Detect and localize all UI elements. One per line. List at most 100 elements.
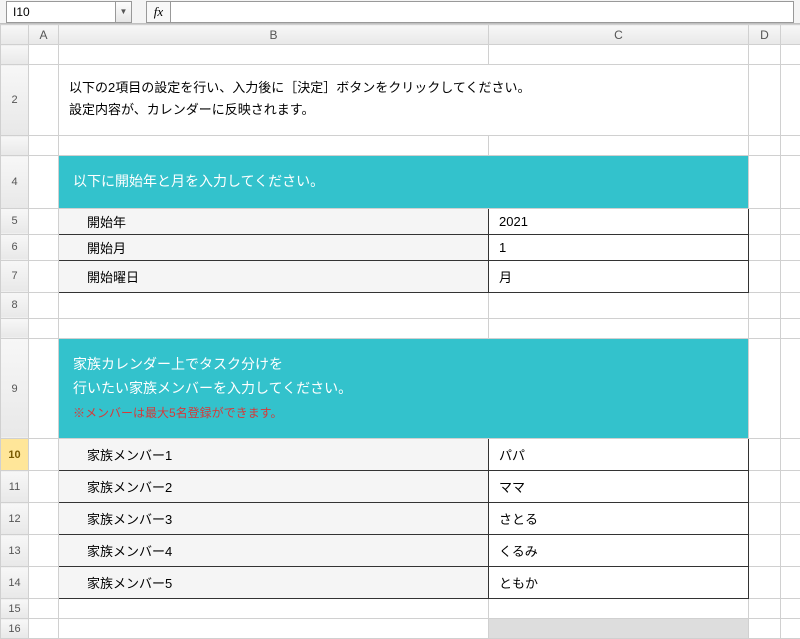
start-dow-label[interactable]: 開始曜日 <box>59 260 489 292</box>
family-member-2-value[interactable]: ママ <box>489 471 749 503</box>
cell[interactable] <box>749 208 781 234</box>
cell[interactable] <box>749 45 781 65</box>
cell[interactable] <box>749 338 781 438</box>
col-header-C[interactable]: C <box>489 25 749 45</box>
cell[interactable] <box>781 439 800 471</box>
cell[interactable] <box>781 318 800 338</box>
col-header-extra[interactable] <box>781 25 800 45</box>
name-box-dropdown[interactable]: ▼ <box>116 1 132 23</box>
cell[interactable] <box>29 619 59 639</box>
row-header[interactable] <box>1 318 29 338</box>
cell[interactable] <box>489 318 749 338</box>
row-header[interactable]: 2 <box>1 65 29 136</box>
formula-input[interactable] <box>170 1 794 23</box>
cell[interactable] <box>781 208 800 234</box>
cell[interactable] <box>749 65 781 136</box>
cell[interactable] <box>781 599 800 619</box>
cell[interactable] <box>29 535 59 567</box>
row-header[interactable]: 15 <box>1 599 29 619</box>
cell[interactable] <box>59 45 489 65</box>
family-member-3-value[interactable]: さとる <box>489 503 749 535</box>
row-header[interactable]: 7 <box>1 260 29 292</box>
cell[interactable] <box>749 156 781 209</box>
cell[interactable] <box>59 136 489 156</box>
cell[interactable] <box>749 260 781 292</box>
name-box[interactable]: I10 <box>6 1 116 23</box>
start-year-label[interactable]: 開始年 <box>59 208 489 234</box>
cell[interactable] <box>749 567 781 599</box>
cell[interactable] <box>59 599 489 619</box>
cell[interactable] <box>59 619 489 639</box>
row-header[interactable]: 16 <box>1 619 29 639</box>
cell[interactable] <box>749 471 781 503</box>
cell[interactable] <box>29 136 59 156</box>
cell[interactable] <box>29 156 59 209</box>
row-header[interactable]: 14 <box>1 567 29 599</box>
family-member-2-label[interactable]: 家族メンバー2 <box>59 471 489 503</box>
cell[interactable] <box>489 136 749 156</box>
cell[interactable] <box>781 45 800 65</box>
cell[interactable] <box>29 503 59 535</box>
cell[interactable] <box>29 260 59 292</box>
cell[interactable] <box>781 136 800 156</box>
cell[interactable] <box>781 156 800 209</box>
cell[interactable] <box>781 260 800 292</box>
cell[interactable] <box>29 567 59 599</box>
row-header[interactable]: 5 <box>1 208 29 234</box>
select-all-corner[interactable] <box>1 25 29 45</box>
family-member-4-value[interactable]: くるみ <box>489 535 749 567</box>
cell[interactable] <box>749 535 781 567</box>
row-header[interactable] <box>1 45 29 65</box>
family-member-1-label[interactable]: 家族メンバー1 <box>59 439 489 471</box>
section1-header[interactable]: 以下に開始年と月を入力してください。 <box>59 156 749 209</box>
start-month-value[interactable]: 1 <box>489 234 749 260</box>
fx-button[interactable]: fx <box>146 1 170 23</box>
cell[interactable] <box>749 318 781 338</box>
cell[interactable] <box>59 292 489 318</box>
cell[interactable] <box>29 45 59 65</box>
start-dow-value[interactable]: 月 <box>489 260 749 292</box>
cell[interactable] <box>29 234 59 260</box>
cell[interactable] <box>29 208 59 234</box>
cell[interactable] <box>489 292 749 318</box>
cell[interactable] <box>489 45 749 65</box>
cell[interactable] <box>781 619 800 639</box>
cell[interactable] <box>749 292 781 318</box>
row-header[interactable]: 6 <box>1 234 29 260</box>
row-header[interactable]: 4 <box>1 156 29 209</box>
cell[interactable] <box>781 338 800 438</box>
cell[interactable] <box>29 599 59 619</box>
cell[interactable] <box>749 503 781 535</box>
row-header[interactable]: 11 <box>1 471 29 503</box>
cell[interactable] <box>29 65 59 136</box>
col-header-A[interactable]: A <box>29 25 59 45</box>
cell[interactable] <box>781 234 800 260</box>
cell[interactable] <box>749 136 781 156</box>
family-member-1-value[interactable]: パパ <box>489 439 749 471</box>
cell[interactable] <box>489 599 749 619</box>
cell[interactable] <box>781 65 800 136</box>
cell[interactable] <box>29 471 59 503</box>
cell[interactable] <box>781 567 800 599</box>
instructions-text[interactable]: 以下の2項目の設定を行い、入力後に［決定］ボタンをクリックしてください。 設定内… <box>59 65 749 136</box>
row-header[interactable]: 12 <box>1 503 29 535</box>
cell[interactable] <box>749 619 781 639</box>
spreadsheet-grid[interactable]: A B C D 2 以下の2項目の設定を行い、入力後に［決定］ボタンをクリックし… <box>0 24 800 639</box>
start-month-label[interactable]: 開始月 <box>59 234 489 260</box>
col-header-D[interactable]: D <box>749 25 781 45</box>
cell[interactable] <box>781 535 800 567</box>
family-member-5-label[interactable]: 家族メンバー5 <box>59 567 489 599</box>
cell[interactable] <box>749 599 781 619</box>
row-header[interactable]: 10 <box>1 439 29 471</box>
cell[interactable] <box>749 439 781 471</box>
family-member-3-label[interactable]: 家族メンバー3 <box>59 503 489 535</box>
row-header[interactable]: 13 <box>1 535 29 567</box>
family-member-5-value[interactable]: ともか <box>489 567 749 599</box>
cell[interactable] <box>29 292 59 318</box>
cell[interactable] <box>29 338 59 438</box>
cell[interactable] <box>781 503 800 535</box>
cell[interactable] <box>749 234 781 260</box>
row-header[interactable] <box>1 136 29 156</box>
row-header[interactable]: 9 <box>1 338 29 438</box>
cell[interactable] <box>29 318 59 338</box>
